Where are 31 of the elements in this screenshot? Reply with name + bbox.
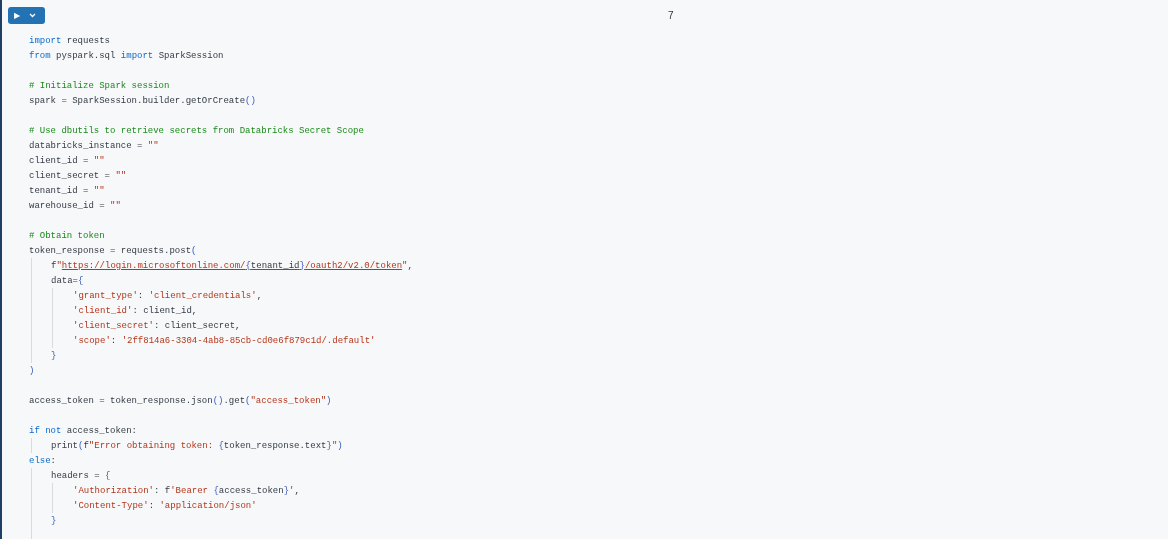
code-line: data={: [51, 275, 84, 286]
code-line: if not access_token:: [29, 425, 138, 436]
cell-number: 7: [668, 10, 674, 21]
code-line: from pyspark.sql import SparkSession: [29, 50, 224, 61]
code-line: # Initialize Spark session: [29, 80, 170, 91]
code-line: 'Content-Type': 'application/json': [73, 500, 257, 511]
code-line: 'scope': '2ff814a6-3304-4ab8-85cb-cd0e6f879c1d/.default': [73, 335, 376, 346]
code-line: print(f"Error obtaining token: {token_response.text}"): [51, 440, 343, 451]
code-line: f"https://login.microsoftonline.com/{tenant_id}/oauth2/v2.0/token",: [51, 260, 413, 271]
code-line: headers = {: [51, 470, 111, 481]
code-line: access_token = token_response.json().get("access_token"): [29, 395, 332, 406]
code-line: }: [51, 350, 57, 361]
code-line: # Obtain token: [29, 230, 105, 241]
code-line: 'client_id': client_id,: [73, 305, 198, 316]
code-line: import requests: [29, 35, 110, 46]
code-line: tenant_id = "": [29, 185, 105, 196]
code-line: else:: [29, 455, 56, 466]
code-line: # Use dbutils to retrieve secrets from Databricks Secret Scope: [29, 125, 364, 136]
code-line: token_response = requests.post(: [29, 245, 197, 256]
code-line: client_secret = "": [29, 170, 127, 181]
code-line: 'grant_type': 'client_credentials',: [73, 290, 263, 301]
code-line: ): [29, 365, 35, 376]
code-line: client_id = "": [29, 155, 105, 166]
code-line: spark = SparkSession.builder.getOrCreate(): [29, 95, 256, 106]
code-line: 'Authorization': f'Bearer {access_token}',: [73, 485, 300, 496]
code-line: }: [51, 515, 57, 526]
run-button[interactable]: ▶: [8, 7, 45, 24]
code-line: 'client_secret': client_secret,: [73, 320, 241, 331]
caret-icon: [29, 13, 37, 18]
code-line: databricks_instance = "": [29, 140, 159, 151]
code-line: warehouse_id = "": [29, 200, 121, 211]
